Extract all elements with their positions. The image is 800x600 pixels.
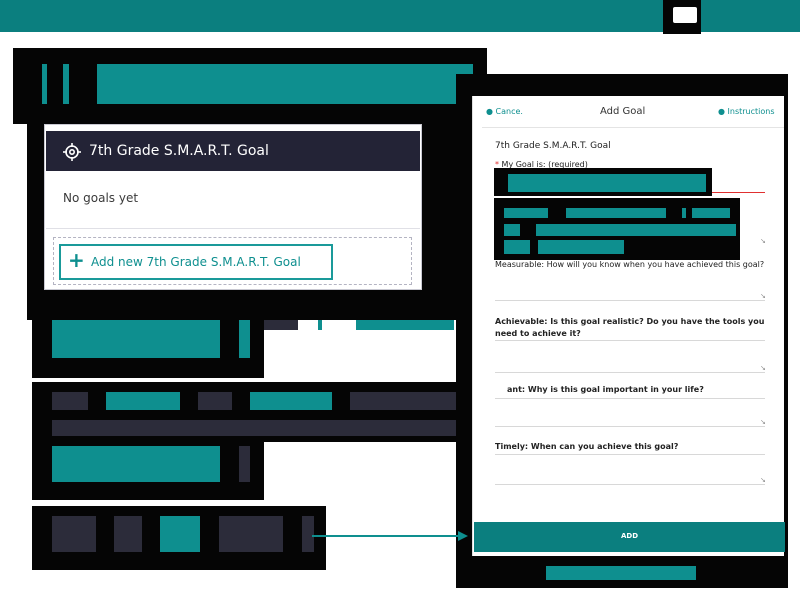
- redacted-bar: [682, 208, 686, 218]
- target-icon: [63, 143, 81, 161]
- card-divider: [46, 228, 420, 229]
- redacted-bar: [264, 320, 298, 330]
- redacted-bar: [356, 320, 454, 330]
- redacted-bar: [536, 224, 736, 236]
- top-bar-button[interactable]: [673, 7, 697, 23]
- measurable-label: Measurable: How will you know when you h…: [495, 260, 765, 269]
- info-icon: ●: [718, 107, 725, 116]
- goal-card-title: 7th Grade S.M.A.R.T. Goal: [89, 143, 269, 159]
- measurable-input[interactable]: [495, 300, 765, 301]
- redacted-bar: [350, 392, 462, 410]
- redacted-bar: [42, 64, 47, 104]
- form-section-title: 7th Grade S.M.A.R.T. Goal: [495, 141, 611, 151]
- timely-input[interactable]: [495, 484, 765, 485]
- resize-handle-icon[interactable]: ↘: [760, 418, 766, 426]
- redacted-bar: [546, 566, 696, 580]
- add-goal-button-label: Add new 7th Grade S.M.A.R.T. Goal: [91, 255, 301, 269]
- redacted-bar: [52, 516, 96, 552]
- redacted-bar: [239, 320, 250, 358]
- redacted-bar: [106, 392, 180, 410]
- redacted-bar: [504, 224, 520, 236]
- redacted-bar: [250, 392, 332, 410]
- back-icon: ●: [486, 107, 493, 116]
- redacted-bar: [63, 64, 69, 104]
- redacted-bar: [504, 240, 530, 254]
- redacted-bar: [538, 240, 624, 254]
- achievable-input[interactable]: [495, 372, 765, 373]
- redacted-bar: [52, 320, 220, 358]
- redacted-bar: [318, 320, 322, 330]
- redacted-bar: [52, 446, 220, 482]
- relevant-input-top: [495, 398, 765, 399]
- plus-icon: +: [68, 248, 85, 272]
- instructions-link[interactable]: ● Instructions: [718, 107, 775, 116]
- redacted-bar: [239, 446, 250, 482]
- resize-handle-icon[interactable]: ↘: [760, 364, 766, 372]
- cancel-link[interactable]: ● Cance.: [486, 107, 523, 116]
- timely-input-top: [495, 454, 765, 455]
- achievable-label: Achievable: Is this goal realistic? Do y…: [495, 317, 765, 338]
- timely-label: Timely: When can you achieve this goal?: [495, 442, 679, 451]
- redacted-bar: [219, 516, 283, 552]
- redacted-bar: [198, 392, 232, 410]
- redacted-bar: [52, 392, 88, 410]
- relevant-input[interactable]: [495, 426, 765, 427]
- redacted-bar: [566, 208, 666, 218]
- redacted-bar: [52, 420, 460, 436]
- form-title: Add Goal: [600, 106, 646, 117]
- redacted-bar: [504, 208, 548, 218]
- resize-handle-icon[interactable]: ↘: [760, 237, 766, 245]
- redacted-bar: [97, 64, 473, 104]
- redacted-bar: [160, 516, 200, 552]
- redacted-bar: [692, 208, 730, 218]
- resize-handle-icon[interactable]: ↘: [760, 476, 766, 484]
- connector-arrow: [312, 531, 468, 541]
- redacted-bar: [508, 174, 706, 192]
- achievable-input-top: [495, 340, 765, 341]
- form-header-divider: [482, 127, 784, 128]
- add-button-label: ADD: [620, 532, 639, 540]
- redacted-bar: [114, 516, 142, 552]
- resize-handle-icon[interactable]: ↘: [760, 292, 766, 300]
- relevant-label: ant: Why is this goal important in your …: [507, 385, 704, 394]
- empty-state-text: No goals yet: [63, 191, 139, 205]
